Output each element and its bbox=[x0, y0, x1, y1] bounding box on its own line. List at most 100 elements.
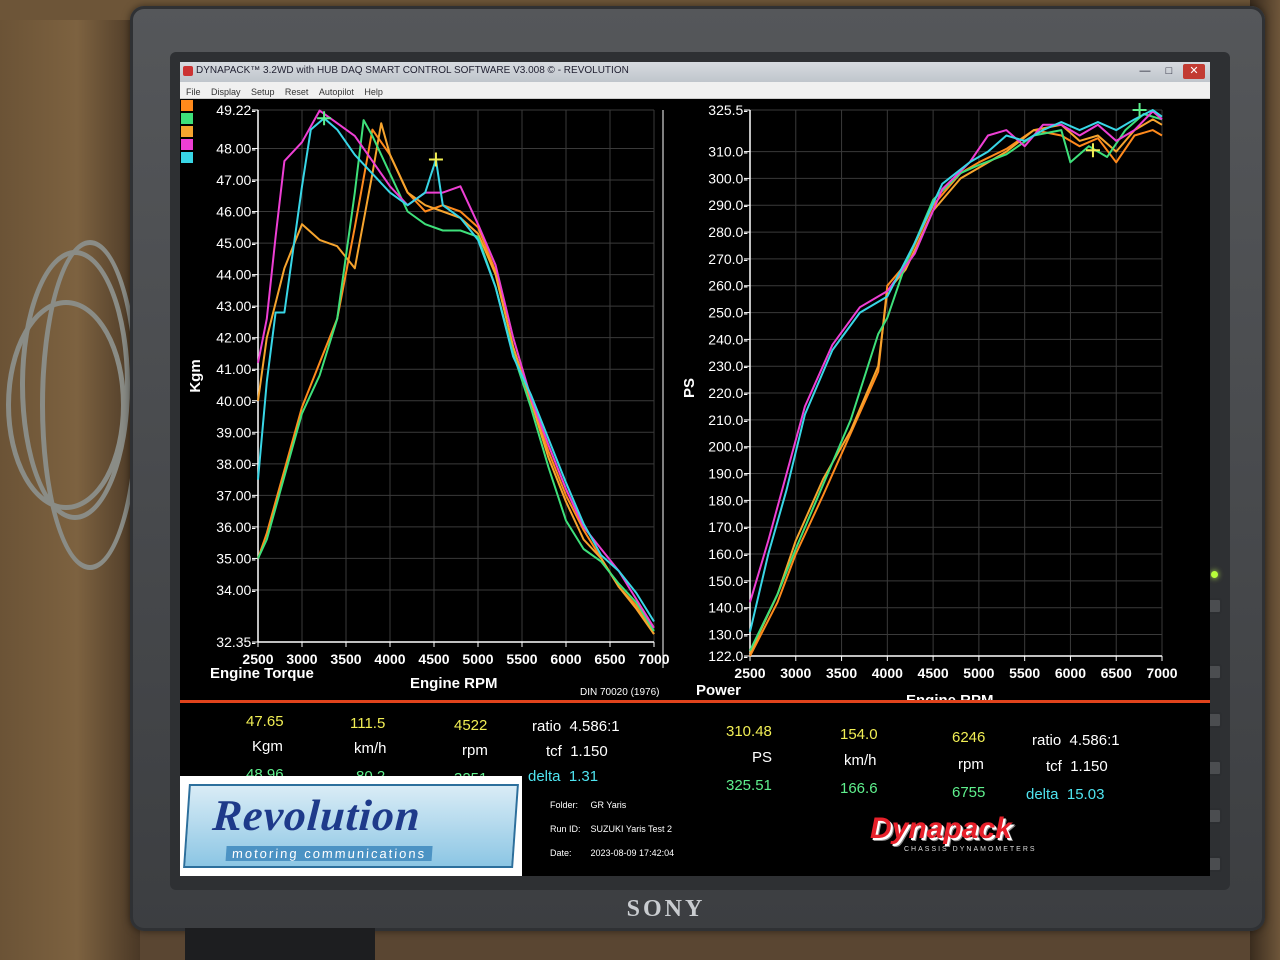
close-button[interactable]: ✕ bbox=[1183, 64, 1205, 79]
dynapack-logo-text: Dynapack bbox=[870, 812, 1012, 845]
torque-y-tick-label: 39.00- bbox=[216, 424, 256, 440]
torque-unit: Kgm bbox=[252, 738, 283, 755]
power-y-tick-label: 240.0- bbox=[708, 331, 748, 347]
power-ratio: ratio 4.586:1 bbox=[1032, 732, 1120, 749]
torque-y-tick-label: 34.00- bbox=[216, 582, 256, 598]
power-current-value: 310.48 bbox=[726, 723, 772, 740]
maximize-button[interactable]: □ bbox=[1158, 64, 1180, 79]
dyno-charts: 2500 3000 3500 4000 4500 5000 5500 6000 6500 7000… bbox=[187, 102, 1178, 700]
power-y-tick-label: 280.0- bbox=[708, 224, 748, 240]
power-x-tick-label: 4500 bbox=[918, 665, 949, 681]
torque-y-tick-label: 36.00- bbox=[216, 519, 256, 535]
revolution-logo-panel: Revolution motoring communications bbox=[180, 776, 522, 876]
power-y-tick-label: 210.0- bbox=[708, 412, 748, 428]
torque-x-tick-label: 5500 bbox=[506, 651, 537, 667]
power-y-tick-label: 200.0- bbox=[708, 439, 748, 455]
ratio-label: ratio bbox=[1032, 732, 1062, 749]
torque-rpm-current: 4522 bbox=[454, 717, 488, 734]
power-x-tick-label: 3500 bbox=[826, 665, 857, 681]
torque-x-tick-label: 7000 bbox=[638, 651, 669, 667]
menu-help[interactable]: Help bbox=[364, 87, 383, 97]
power-rpm-unit: rpm bbox=[958, 756, 984, 773]
power-y-tick-label: 325.5- bbox=[708, 102, 748, 118]
power-x-tick-label: 2500 bbox=[734, 665, 765, 681]
power-y-tick-label: 270.0- bbox=[708, 251, 748, 267]
power-y-tick-label: 220.0- bbox=[708, 385, 748, 401]
power-speed-max: 166.6 bbox=[840, 780, 878, 797]
torque-y-tick-label: 37.00- bbox=[216, 487, 256, 503]
window-title: DYNAPACK™ 3.2WD with HUB DAQ SMART CONTR… bbox=[196, 65, 629, 76]
power-series-line-1 bbox=[749, 118, 1163, 654]
power-x-tick-label: 5500 bbox=[1009, 665, 1040, 681]
torque-ratio: ratio 4.586:1 bbox=[532, 718, 620, 735]
menu-display[interactable]: Display bbox=[211, 87, 241, 97]
menu-autopilot[interactable]: Autopilot bbox=[319, 87, 354, 97]
power-y-tick-label: 260.0- bbox=[708, 278, 748, 294]
tcf-label: tcf bbox=[546, 743, 562, 760]
ratio-label: ratio bbox=[532, 718, 562, 735]
date-value: 2023-08-09 17:42:04 bbox=[590, 848, 675, 858]
torque-x-tick-label: 4500 bbox=[418, 651, 449, 667]
torque-current-value: 47.65 bbox=[246, 713, 284, 730]
menu-reset[interactable]: Reset bbox=[285, 87, 309, 97]
power-speed-current: 154.0 bbox=[840, 726, 878, 743]
torque-chart-title: Engine Torque bbox=[210, 665, 314, 682]
date-label: Date: bbox=[550, 848, 572, 858]
screen: DYNAPACK™ 3.2WD with HUB DAQ SMART CONTR… bbox=[180, 62, 1210, 876]
power-x-tick-label: 7000 bbox=[1146, 665, 1177, 681]
torque-y-tick-label: 35.00- bbox=[216, 550, 256, 566]
revolution-logo-text: Revolution bbox=[211, 791, 423, 840]
torque-y-tick-label: 49.22- bbox=[216, 102, 256, 118]
folder-label: Folder: bbox=[550, 800, 579, 810]
monitor-brand-logo: SONY bbox=[626, 896, 706, 922]
folder-value: GR Yaris bbox=[590, 800, 627, 810]
power-x-tick-label: 6000 bbox=[1055, 665, 1086, 681]
tcf-value: 1.150 bbox=[570, 743, 608, 760]
power-x-axis-label: Engine RPM bbox=[906, 692, 994, 700]
torque-y-tick-label: 46.00- bbox=[216, 204, 256, 220]
app-icon bbox=[183, 66, 193, 76]
section-divider bbox=[180, 700, 1210, 703]
torque-speed-current: 111.5 bbox=[350, 715, 386, 732]
menu-file[interactable]: File bbox=[186, 87, 201, 97]
power-y-tick-label: 140.0- bbox=[708, 600, 748, 616]
power-y-tick-label: 250.0- bbox=[708, 305, 748, 321]
power-chart-title: Power bbox=[696, 682, 741, 699]
torque-x-tick-label: 3500 bbox=[330, 651, 361, 667]
power-y-tick-label: 150.0- bbox=[708, 573, 748, 589]
power-x-tick-label: 3000 bbox=[780, 665, 811, 681]
power-unit: PS bbox=[752, 749, 773, 766]
torque-rpm-unit: rpm bbox=[462, 742, 488, 759]
ratio-value: 4.586:1 bbox=[569, 718, 620, 735]
power-speed-unit: km/h bbox=[844, 752, 877, 769]
tcf-label: tcf bbox=[1046, 758, 1062, 775]
power-y-tick-label: 160.0- bbox=[708, 546, 748, 562]
delta-label: delta bbox=[1026, 786, 1059, 803]
power-x-tick-label: 5000 bbox=[963, 665, 994, 681]
power-y-tick-label: 310.0- bbox=[708, 144, 748, 160]
power-rpm-current: 6246 bbox=[952, 729, 986, 746]
torque-y-tick-label: 44.00- bbox=[216, 267, 256, 283]
power-led-icon bbox=[1211, 571, 1218, 578]
menu-bar: File Display Setup Reset Autopilot Help bbox=[180, 82, 1210, 99]
power-delta: delta 15.03 bbox=[1026, 786, 1104, 803]
tcf-value: 1.150 bbox=[1070, 758, 1108, 775]
torque-y-tick-label: 38.00- bbox=[216, 456, 256, 472]
revolution-logo: Revolution motoring communications bbox=[183, 784, 519, 868]
power-x-tick-label: 6500 bbox=[1101, 665, 1132, 681]
monitor-stand bbox=[185, 928, 375, 960]
torque-speed-unit: km/h bbox=[354, 740, 387, 757]
menu-setup[interactable]: Setup bbox=[251, 87, 275, 97]
torque-y-tick-label: 42.00- bbox=[216, 330, 256, 346]
torque-y-tick-label: 41.00- bbox=[216, 361, 256, 377]
torque-x-tick-label: 6500 bbox=[594, 651, 625, 667]
torque-x-axis-label: Engine RPM bbox=[410, 675, 498, 692]
coiled-cable bbox=[6, 300, 126, 510]
minimize-button[interactable]: — bbox=[1134, 64, 1156, 79]
runid-row: Run ID: SUZUKI Yaris Test 2 bbox=[550, 824, 672, 834]
power-rpm-max: 6755 bbox=[952, 784, 986, 801]
power-y-axis-label: PS bbox=[681, 378, 698, 398]
run-info: Folder: GR Yaris Run ID: SUZUKI Yaris Te… bbox=[522, 776, 742, 876]
dynapack-logo: Dynapack CHASSIS DYNAMOMETERS bbox=[870, 812, 1050, 853]
window-titlebar[interactable]: DYNAPACK™ 3.2WD with HUB DAQ SMART CONTR… bbox=[180, 62, 1210, 82]
